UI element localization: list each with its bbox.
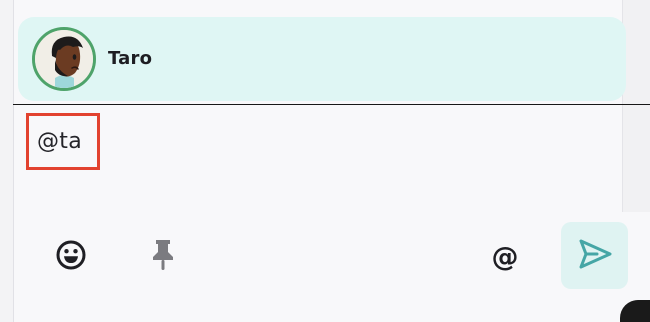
mention-suggestion-item[interactable]: Taro bbox=[32, 26, 152, 92]
message-input[interactable]: @ta bbox=[26, 113, 100, 170]
mention-user-name: Taro bbox=[108, 48, 153, 69]
emoji-button[interactable] bbox=[50, 238, 92, 276]
message-input-text: @ta bbox=[37, 129, 83, 154]
pin-icon bbox=[149, 237, 177, 277]
send-icon bbox=[576, 235, 614, 277]
side-panel-edge bbox=[622, 0, 650, 212]
send-button[interactable] bbox=[561, 222, 628, 289]
mention-suggestions-panel: Taro bbox=[18, 17, 626, 101]
smiley-face-icon bbox=[54, 238, 88, 276]
avatar bbox=[32, 27, 96, 91]
suggestion-divider bbox=[13, 104, 650, 105]
pin-button[interactable] bbox=[142, 238, 184, 276]
mention-button[interactable]: @ bbox=[484, 238, 526, 276]
at-sign-icon: @ bbox=[491, 241, 519, 273]
